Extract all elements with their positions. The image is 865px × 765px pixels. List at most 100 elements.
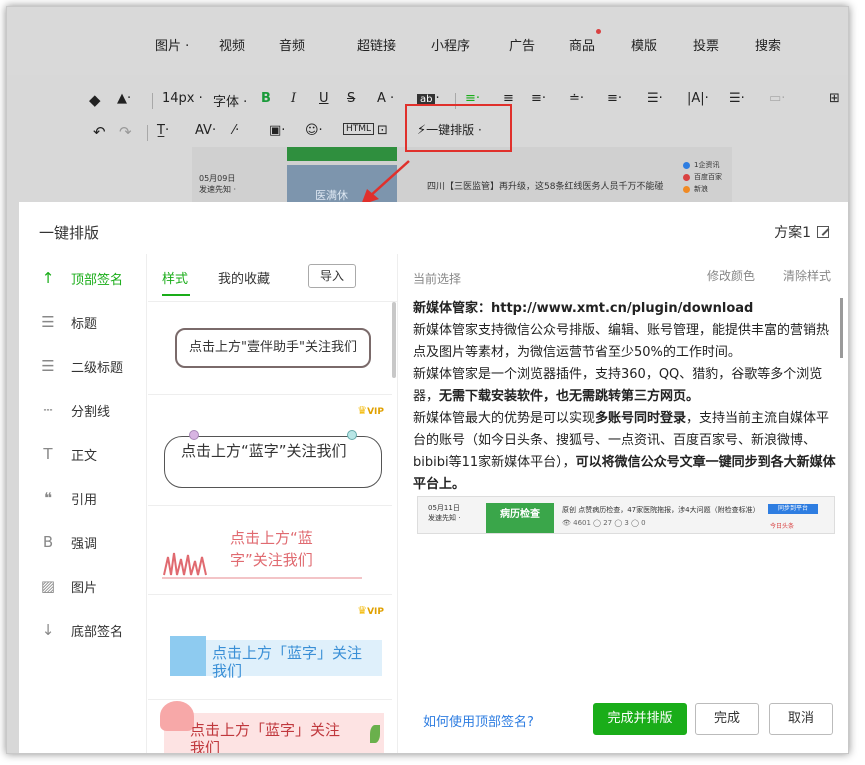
char-spacing-icon[interactable]: AV· (195, 123, 216, 138)
line-height-icon[interactable]: ≐· (569, 91, 584, 106)
style-panel: 样式 我的收藏 导入 点击上方"壹伴助手"关注我们 ♛VIP 点击上方“蓝字”关… (148, 254, 398, 753)
scheme-selector[interactable]: 方案1 (774, 222, 829, 242)
menu-lines-icon: ☰ (41, 357, 55, 375)
how-to-use-link[interactable]: 如何使用顶部签名? (423, 711, 534, 730)
category-title[interactable]: ☰ 标题 (39, 310, 97, 334)
edit-icon[interactable] (817, 226, 829, 238)
category-quote[interactable]: ❝ 引用 (39, 486, 97, 510)
html-icon[interactable]: HTML (343, 123, 375, 135)
font-size-select[interactable]: 14px · (162, 91, 203, 106)
doc-platform-badges: 1企资讯 百度百家 新浪 (683, 159, 726, 195)
category-emphasis[interactable]: B 强调 (39, 530, 97, 554)
style-card[interactable]: ♛VIP 点击上方“蓝字”关注我们 (148, 396, 392, 506)
undo-icon[interactable]: ↶ (93, 123, 106, 141)
paragraph-spacing-icon[interactable]: ≡· (607, 91, 622, 106)
format-brush-icon[interactable]: ◆ (89, 91, 101, 109)
image-insert-icon[interactable]: ▣· (269, 123, 285, 138)
preview-paragraph: 新媒体管家支持微信公众号排版、编辑、账号管理，能提供丰富的营销热点及图片等素材，… (413, 323, 830, 360)
style-card-text: 点击上方「蓝字」关注我们 (212, 644, 363, 680)
vip-badge: ♛VIP (357, 404, 384, 417)
preview-content[interactable]: 新媒体管家：http://www.xmt.cn/plugin/download … (413, 298, 837, 496)
preview-panel: 当前选择 修改颜色 清除样式 新媒体管家：http://www.xmt.cn/p… (399, 254, 848, 753)
arrow-down-bar-icon: ↓ (41, 621, 55, 639)
menu-ad[interactable]: 广告 (509, 35, 535, 54)
menu-hyperlink[interactable]: 超链接 (357, 35, 396, 54)
menu-miniprogram[interactable]: 小程序 (431, 35, 470, 54)
finish-and-layout-button[interactable]: 完成并排版 (593, 703, 687, 735)
category-subtitle[interactable]: ☰ 二级标题 (39, 354, 123, 378)
list-icon[interactable]: ☰· (729, 91, 745, 106)
arrow-up-bar-icon: ↑ (41, 269, 55, 287)
strikethrough-button[interactable]: S (347, 91, 355, 106)
tab-underline (162, 294, 190, 296)
category-sidebar: ↑ 顶部签名 ☰ 标题 ☰ 二级标题 ┄ 分割线 T 正文 ❝ 引用 B 强调 ▨ 图片 ↓ 底部… (19, 254, 147, 753)
style-list: 点击上方"壹伴助手"关注我们 ♛VIP 点击上方“蓝字”关注我们 点击上方“蓝字… (148, 301, 398, 753)
menu-template[interactable]: 模版 (631, 35, 657, 54)
insert-menubar: 图片 · 视频 音频 超链接 小程序 广告 商品 模版 投票 搜索 (7, 7, 848, 75)
document-area (192, 147, 732, 207)
crown-icon: ♛ (357, 604, 368, 617)
app-window: 图片 · 视频 音频 超链接 小程序 广告 商品 模版 投票 搜索 ◆ ▲· 1… (6, 6, 849, 754)
clear-format-icon[interactable]: ▲· (117, 91, 131, 106)
disabled-tool-icon: ▭· (769, 91, 786, 106)
letter-spacing-icon[interactable]: |A|· (687, 91, 709, 106)
category-divider[interactable]: ┄ 分割线 (39, 398, 110, 422)
modal-title: 一键排版 (39, 224, 100, 242)
preview-paragraph: 新媒体管家是一个浏览器插件，支持360，QQ、猎豹，谷歌等多个浏览器，无需下载安… (413, 367, 823, 404)
menu-product[interactable]: 商品 (569, 29, 602, 54)
category-body[interactable]: T 正文 (39, 442, 97, 466)
preview-scrollbar[interactable] (840, 298, 843, 358)
menu-vote[interactable]: 投票 (693, 35, 719, 54)
menu-video[interactable]: 视频 (219, 35, 245, 54)
menu-search[interactable]: 搜索 (755, 35, 781, 54)
auto-layout-modal: 一键排版 方案1 ↑ 顶部签名 ☰ 标题 ☰ 二级标题 ┄ 分割线 T 正文 ❝ 引用 B强… (19, 202, 848, 753)
italic-button[interactable]: I (291, 91, 296, 106)
preview-screenshot-image: 05月11日 发速先知 · 病历检查 原创 点赞病历检查，47家医院拖报，涉4大问… (417, 496, 835, 534)
font-color-button[interactable]: A · (377, 91, 394, 106)
notification-dot (596, 29, 602, 34)
cancel-button[interactable]: 取消 (769, 703, 833, 735)
category-bottom-signature[interactable]: ↓ 底部签名 (39, 618, 123, 642)
crown-icon: ♛ (357, 404, 368, 417)
menu-image[interactable]: 图片 · (155, 35, 189, 54)
clear-style-link[interactable]: 清除样式 (783, 267, 831, 284)
style-card-text: 点击上方“蓝字”关注我们 (164, 436, 382, 488)
emoji-icon[interactable]: ☺· (305, 123, 323, 138)
text-t-icon: T (43, 445, 53, 463)
style-list-scrollbar[interactable] (392, 302, 396, 378)
font-family-select[interactable]: 字体 · (213, 91, 247, 110)
preview-heading: 新媒体管家：http://www.xmt.cn/plugin/download (413, 301, 754, 316)
indent-icon[interactable]: ☰· (647, 91, 663, 106)
leaf-decoration-icon (370, 725, 380, 743)
table-icon[interactable]: ⊞ (829, 91, 840, 106)
menu-lines-icon: ☰ (41, 313, 55, 331)
style-card[interactable]: 点击上方“蓝字”关注我们 (148, 507, 392, 595)
style-card[interactable]: 点击上方「蓝字」关注我们 (148, 701, 392, 753)
toolbox-icon[interactable]: ⊡ (377, 123, 388, 138)
menu-audio[interactable]: 音频 (279, 35, 305, 54)
bold-button[interactable]: B (261, 91, 271, 106)
tab-styles[interactable]: 样式 (162, 268, 188, 287)
badge-dot (683, 185, 690, 193)
decoration-dot (347, 430, 357, 440)
tab-favorites[interactable]: 我的收藏 (218, 268, 270, 287)
category-image[interactable]: ▨ 图片 (39, 574, 97, 598)
style-card[interactable]: ♛VIP 点击上方「蓝字」关注我们 (148, 596, 392, 700)
align-right-icon[interactable]: ≡· (531, 91, 546, 106)
category-top-signature[interactable]: ↑ 顶部签名 (39, 266, 123, 290)
underline-button[interactable]: U (319, 91, 329, 106)
eraser-icon[interactable]: ⁄· (233, 123, 239, 138)
lightning-icon: ⚡ (417, 123, 427, 138)
text-indent-icon[interactable]: T̲· (157, 123, 169, 138)
divider-icon: ┄ (43, 401, 53, 419)
import-button[interactable]: 导入 (308, 264, 356, 288)
style-card[interactable]: 点击上方"壹伴助手"关注我们 (148, 302, 392, 395)
modify-color-link[interactable]: 修改颜色 (707, 267, 755, 284)
auto-layout-button[interactable]: ⚡一键排版 · (417, 121, 482, 138)
style-card-text: 点击上方"壹伴助手"关注我们 (175, 328, 371, 368)
quote-icon: ❝ (43, 489, 53, 507)
doc-news-title: 四川【三医监管】再升级，这58条红线医务人员千万不能碰 (427, 182, 664, 192)
annotation-arrow-icon (361, 160, 410, 205)
redo-icon[interactable]: ↷ (119, 123, 132, 141)
done-button[interactable]: 完成 (695, 703, 759, 735)
